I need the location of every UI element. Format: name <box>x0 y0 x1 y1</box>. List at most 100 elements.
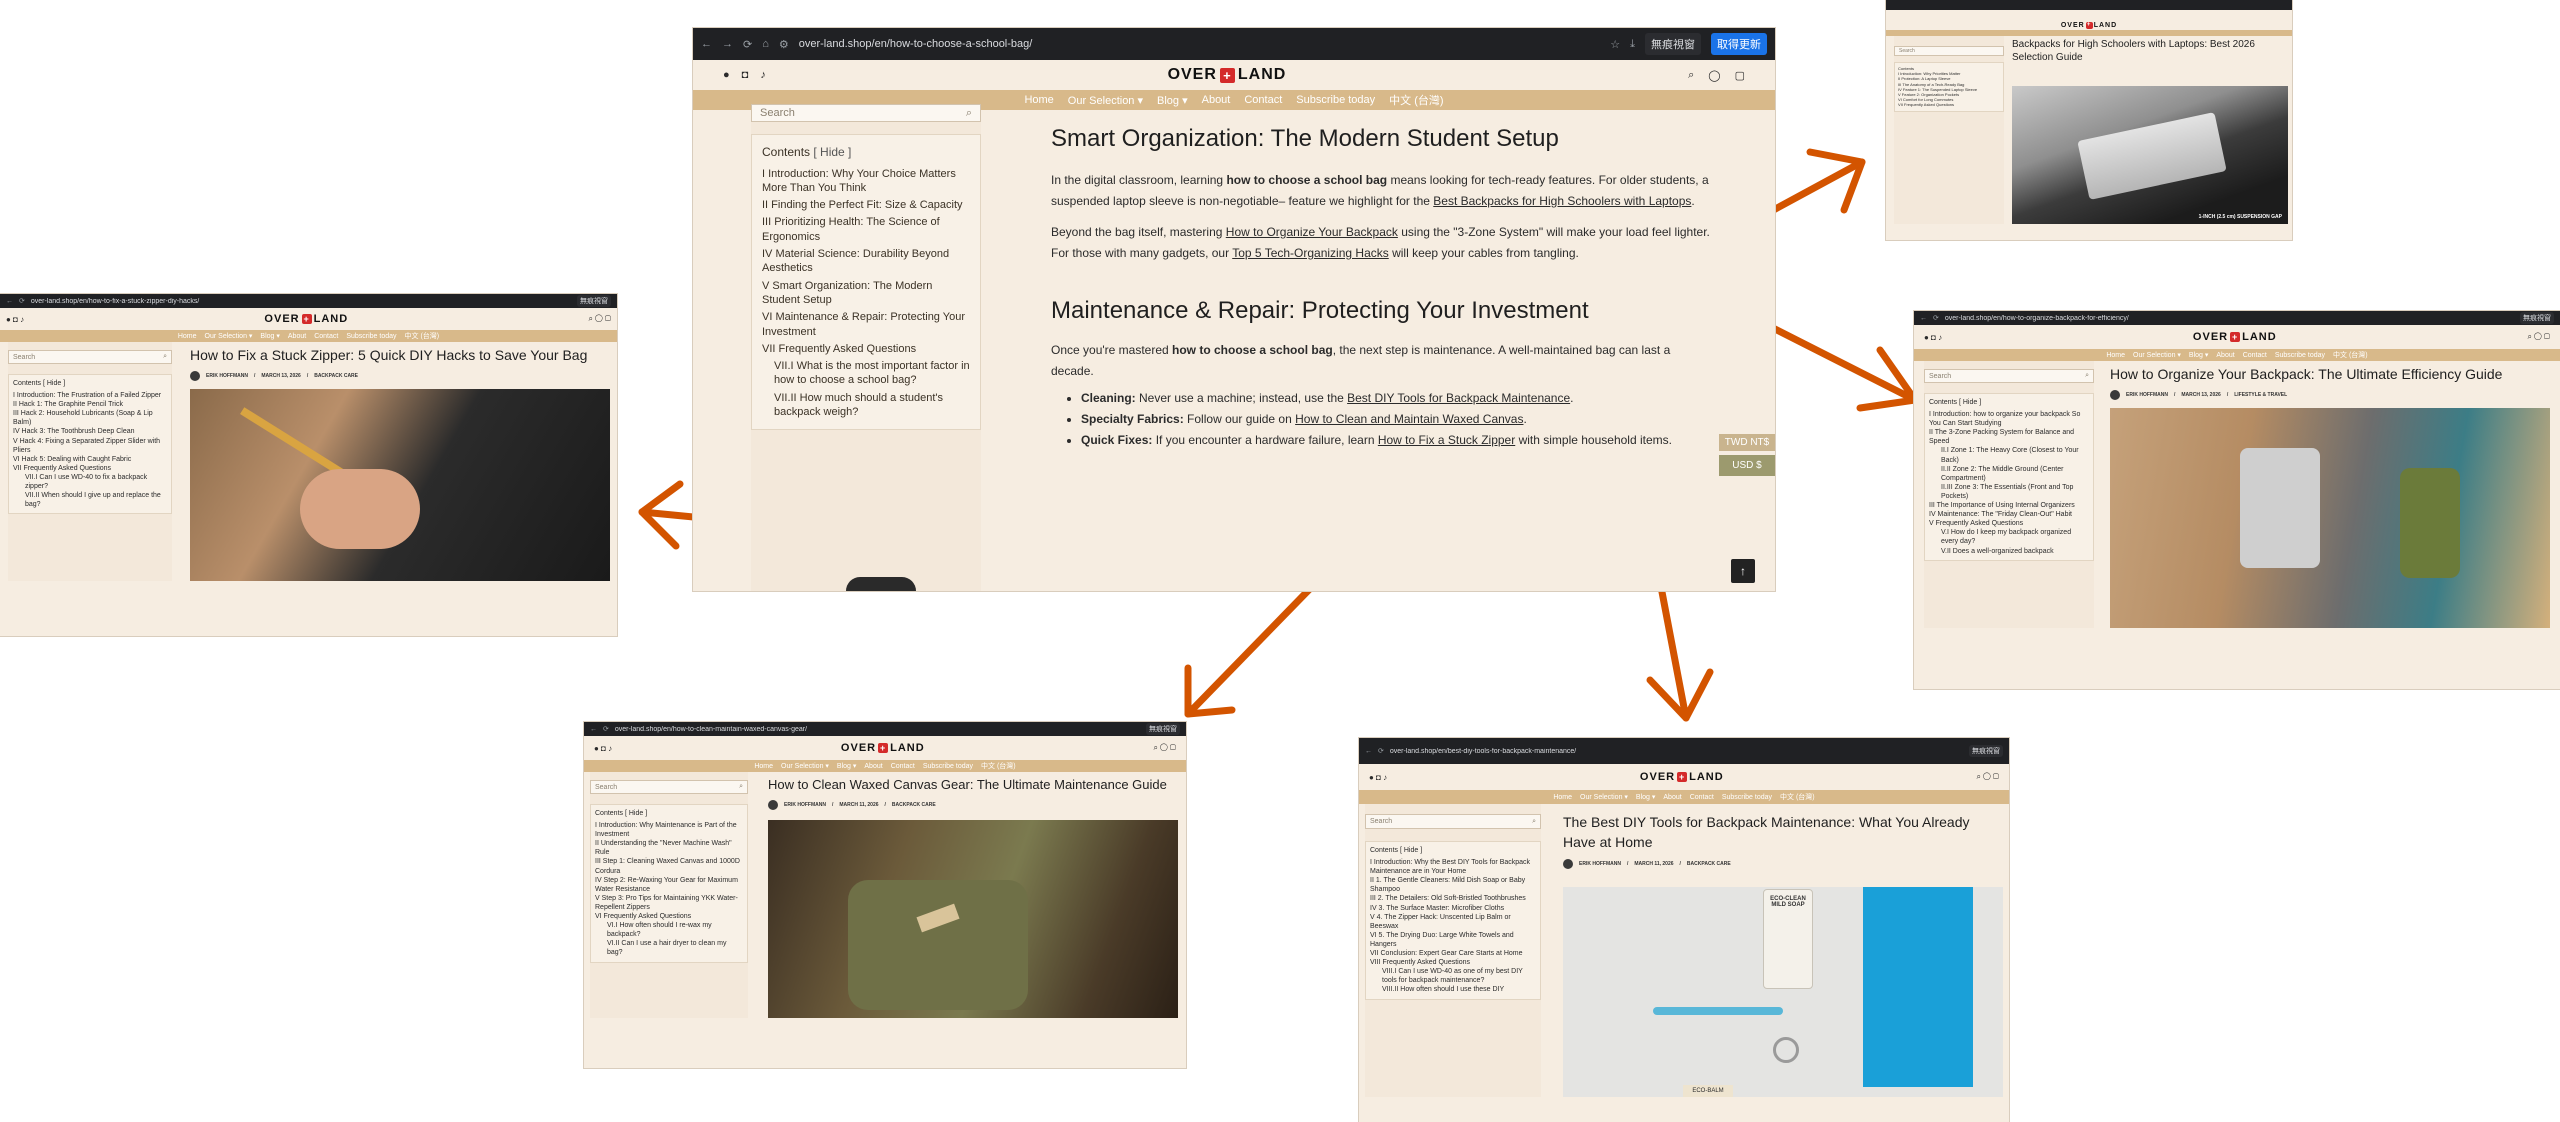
toc-item[interactable]: II The 3-Zone Packing System for Balance… <box>1929 428 2089 446</box>
back-to-top-button[interactable]: ↑ <box>1731 559 1755 583</box>
toc-item[interactable]: VII Frequently Asked Questions <box>1898 102 2000 107</box>
toc-subitem[interactable]: VII.I Can I use WD-40 to fix a backpack … <box>13 473 167 491</box>
address-bar[interactable]: over-land.shop/en/how-to-choose-a-school… <box>799 38 1601 50</box>
guest-badge[interactable]: 無痕視窗 <box>2520 312 2554 324</box>
toc-hide-toggle[interactable]: [ Hide ] <box>43 380 65 387</box>
toc-subitem[interactable]: VIII.II How often should I use these DIY <box>1370 985 1536 994</box>
back-icon[interactable]: ← <box>701 38 712 50</box>
site-logo[interactable]: OVER + LAND <box>264 313 348 325</box>
search-input[interactable]: Search ⌕ <box>1365 814 1541 829</box>
guest-badge[interactable]: 無痕視窗 <box>1645 33 1701 55</box>
toc-item[interactable]: II Hack 1: The Graphite Pencil Trick <box>13 400 167 409</box>
cart-icon[interactable]: ▢ <box>1735 69 1745 82</box>
link-stuck-zipper[interactable]: How to Fix a Stuck Zipper <box>1378 433 1515 447</box>
toc-item[interactable]: II Understanding the "Never Machine Wash… <box>595 839 743 857</box>
toc-item[interactable]: IV Material Science: Durability Beyond A… <box>762 247 970 276</box>
site-logo[interactable]: OVER + LAND <box>2193 331 2277 343</box>
toc-item[interactable]: IV Step 2: Re-Waxing Your Gear for Maxim… <box>595 876 743 894</box>
link-diy-tools[interactable]: Best DIY Tools for Backpack Maintenance <box>1347 391 1570 405</box>
toc-item[interactable]: III Prioritizing Health: The Science of … <box>762 215 970 244</box>
guest-badge[interactable]: 無痕視窗 <box>1146 723 1180 735</box>
toc-item[interactable]: VII Frequently Asked Questions <box>13 464 167 473</box>
toc-item[interactable]: V 4. The Zipper Hack: Unscented Lip Balm… <box>1370 913 1536 931</box>
menu-our-selection[interactable]: Our Selection ▾ <box>1068 94 1143 107</box>
toc-item[interactable]: II 1. The Gentle Cleaners: Mild Dish Soa… <box>1370 876 1536 894</box>
menu-about[interactable]: About <box>1202 94 1231 106</box>
update-button[interactable]: 取得更新 <box>1711 33 1767 55</box>
instagram-icon[interactable]: ◘ <box>742 69 749 81</box>
toc-item[interactable]: V Frequently Asked Questions <box>1929 519 2089 528</box>
toc-item[interactable]: V Step 3: Pro Tips for Maintaining YKK W… <box>595 894 743 912</box>
link-laptop-backpacks[interactable]: Best Backpacks for High Schoolers with L… <box>1433 194 1691 208</box>
home-icon[interactable]: ⌂ <box>762 38 769 50</box>
currency-usd[interactable]: USD $ <box>1719 455 1775 476</box>
download-icon[interactable]: ⤓ <box>1630 38 1635 51</box>
menu-language[interactable]: 中文 (台灣) <box>1389 92 1443 108</box>
star-icon[interactable]: ☆ <box>1610 38 1620 51</box>
menu-home[interactable]: Home <box>1024 94 1053 106</box>
reload-icon[interactable]: ⟳ <box>743 38 752 51</box>
currency-twd[interactable]: TWD NT$ <box>1719 434 1775 451</box>
toc-subitem[interactable]: VI.I How often should I re-wax my backpa… <box>595 921 743 939</box>
toc-subitem[interactable]: VII.II When should I give up and replace… <box>13 491 167 509</box>
toc-hide-toggle[interactable]: [ Hide ] <box>1959 399 1981 406</box>
toc-item[interactable]: IV Hack 3: The Toothbrush Deep Clean <box>13 427 167 436</box>
toc-subitem[interactable]: VIII.I Can I use WD-40 as one of my best… <box>1370 967 1536 985</box>
toc-subitem[interactable]: VI.II Can I use a hair dryer to clean my… <box>595 939 743 957</box>
toc-item[interactable]: I Introduction: Why Maintenance is Part … <box>595 821 743 839</box>
toc-item[interactable]: VI Maintenance & Repair: Protecting Your… <box>762 310 970 339</box>
toc-subitem[interactable]: II.III Zone 3: The Essentials (Front and… <box>1929 483 2089 501</box>
address-bar[interactable]: over-land.shop/en/how-to-fix-a-stuck-zip… <box>31 298 571 305</box>
toc-subitem[interactable]: VII.I What is the most important factor … <box>762 359 970 388</box>
search-input[interactable]: Search ⌕ <box>590 780 748 794</box>
toc-item[interactable]: IV Maintenance: The "Friday Clean-Out" H… <box>1929 510 2089 519</box>
toc-item[interactable]: III Hack 2: Household Lubricants (Soap &… <box>13 409 167 427</box>
toc-item[interactable]: VIII Frequently Asked Questions <box>1370 958 1536 967</box>
search-input[interactable]: Search <box>1894 46 2004 56</box>
toc-item[interactable]: VI Hack 5: Dealing with Caught Fabric <box>13 455 167 464</box>
toc-subitem[interactable]: II.I Zone 1: The Heavy Core (Closest to … <box>1929 446 2089 464</box>
guest-badge[interactable]: 無痕視窗 <box>1969 745 2003 757</box>
facebook-icon[interactable]: ● <box>723 69 730 81</box>
search-input[interactable]: Search ⌕ <box>8 350 172 364</box>
toc-item[interactable]: III 2. The Detailers: Old Soft-Bristled … <box>1370 894 1536 903</box>
site-logo[interactable]: OVER + LAND <box>2061 21 2117 29</box>
toc-item[interactable]: I Introduction: The Frustration of a Fai… <box>13 391 167 400</box>
social-icons[interactable]: ● ◘ ♪ <box>723 69 766 81</box>
toc-item[interactable]: IV 3. The Surface Master: Microfiber Clo… <box>1370 904 1536 913</box>
toc-item[interactable]: I Introduction: how to organize your bac… <box>1929 410 2089 428</box>
address-bar[interactable]: over-land.shop/en/how-to-organize-backpa… <box>1945 315 2514 322</box>
toc-item[interactable]: VII Frequently Asked Questions <box>762 342 970 356</box>
toc-hide-toggle[interactable]: [ Hide ] <box>625 810 647 817</box>
menu-blog[interactable]: Blog ▾ <box>1157 94 1188 107</box>
toc-subitem[interactable]: V.II Does a well-organized backpack <box>1929 547 2089 556</box>
address-bar[interactable]: over-land.shop/en/best-diy-tools-for-bac… <box>1390 748 1963 755</box>
toc-item[interactable]: VII Conclusion: Expert Gear Care Starts … <box>1370 949 1536 958</box>
site-logo[interactable]: OVER + LAND <box>841 742 925 754</box>
search-input[interactable]: Search ⌕ <box>1924 369 2094 383</box>
toc-item[interactable]: VI Frequently Asked Questions <box>595 912 743 921</box>
address-bar[interactable]: over-land.shop/en/how-to-clean-maintain-… <box>615 726 1140 733</box>
search-input[interactable]: Search ⌕ <box>751 104 981 122</box>
toc-subitem[interactable]: II.II Zone 2: The Middle Ground (Center … <box>1929 465 2089 483</box>
menu-contact[interactable]: Contact <box>1244 94 1282 106</box>
toc-hide-toggle[interactable]: [ Hide ] <box>1400 847 1422 854</box>
site-logo[interactable]: OVER + LAND <box>1168 66 1287 84</box>
toc-item[interactable]: III The Importance of Using Internal Org… <box>1929 501 2089 510</box>
toc-item[interactable]: II Finding the Perfect Fit: Size & Capac… <box>762 198 970 212</box>
search-icon[interactable]: ⌕ <box>1688 69 1694 82</box>
forward-icon[interactable]: → <box>722 38 733 50</box>
site-info-icon[interactable]: ⚙ <box>779 38 789 51</box>
site-logo[interactable]: OVER + LAND <box>1640 771 1724 783</box>
toc-item[interactable]: V Hack 4: Fixing a Separated Zipper Slid… <box>13 437 167 455</box>
toc-subitem[interactable]: VII.II How much should a student's backp… <box>762 391 970 420</box>
toc-item[interactable]: I Introduction: Why Your Choice Matters … <box>762 167 970 196</box>
link-waxed-canvas[interactable]: How to Clean and Maintain Waxed Canvas <box>1295 412 1523 426</box>
tiktok-icon[interactable]: ♪ <box>760 69 766 81</box>
toc-hide-toggle[interactable]: [ Hide ] <box>813 145 851 159</box>
toc-item[interactable]: I Introduction: Why the Best DIY Tools f… <box>1370 858 1536 876</box>
guest-badge[interactable]: 無痕視窗 <box>577 295 611 307</box>
toc-item[interactable]: V Smart Organization: The Modern Student… <box>762 279 970 308</box>
link-tech-hacks[interactable]: Top 5 Tech-Organizing Hacks <box>1232 246 1389 260</box>
toc-subitem[interactable]: V.I How do I keep my backpack organized … <box>1929 528 2089 546</box>
